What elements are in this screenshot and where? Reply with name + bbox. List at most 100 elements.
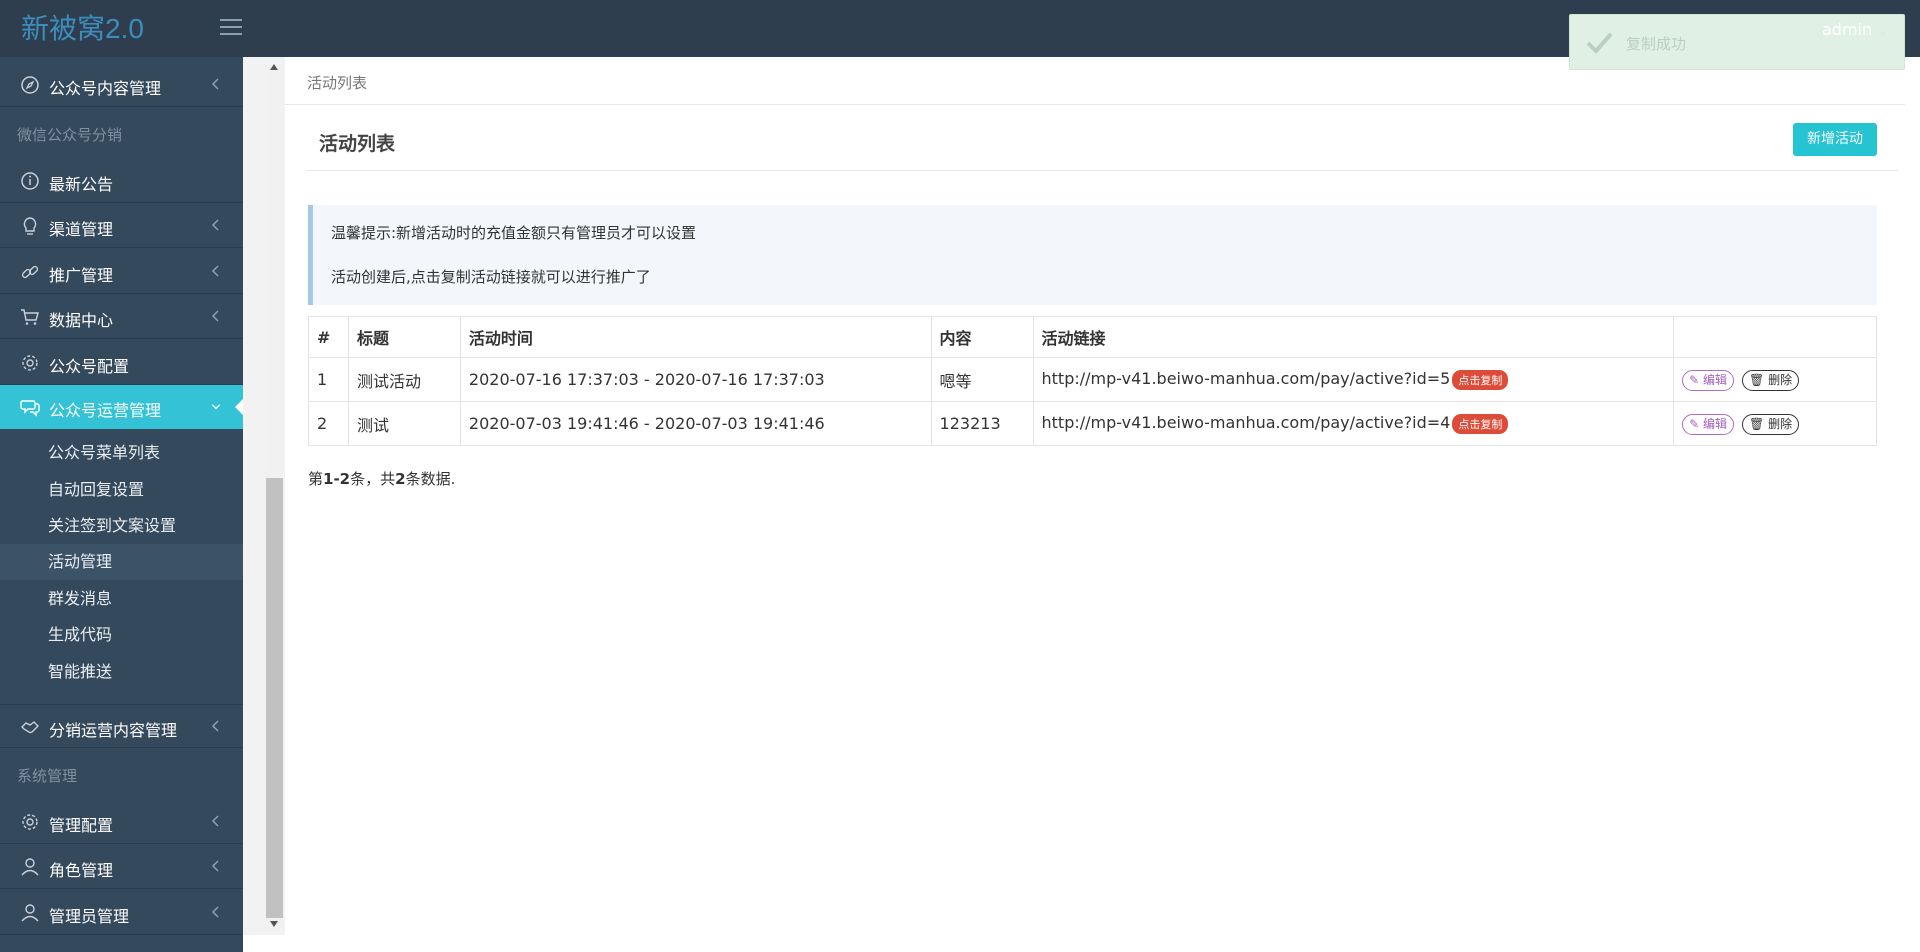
sidebar-item-label: 分销运营内容管理 (49, 721, 178, 740)
add-activity-button[interactable]: 新增活动 (1793, 123, 1877, 156)
chevron-left-icon (211, 815, 219, 827)
gear-icon (22, 355, 38, 371)
sidebar-item-promotion[interactable]: 推广管理 (0, 250, 243, 294)
cell-link: http://mp-v41.beiwo-manhua.com/pay/activ… (1032, 401, 1675, 446)
table-row: 2 测试 2020-07-03 19:41:46 - 2020-07-03 19… (308, 401, 1877, 446)
handshake-icon (21, 721, 39, 734)
submenu-item-broadcast[interactable]: 群发消息 (0, 581, 243, 617)
chevron-left-icon (211, 310, 219, 322)
summary-range: 1-2 (323, 470, 351, 488)
user-icon (21, 904, 39, 922)
sidebar-item-operations[interactable]: 公众号运营管理 (0, 385, 245, 429)
breadcrumb[interactable]: 活动列表 (307, 72, 367, 93)
sidebar: 公众号内容管理 微信公众号分销 最新公告 渠道管理 推广管理 数据中心 公众号配… (0, 57, 245, 952)
summary-text: 第 (308, 470, 324, 488)
info-icon (21, 172, 39, 190)
app-logo[interactable]: 新被窝2.0 (0, 0, 243, 57)
activity-link: http://mp-v41.beiwo-manhua.com/pay/activ… (1041, 413, 1451, 433)
column-header: 标题 (347, 316, 461, 358)
delete-button[interactable]: 🗑 删除 (1742, 369, 1800, 391)
copy-link-button[interactable]: 点击复制 (1452, 413, 1509, 434)
edit-button[interactable]: ✎ 编辑 (1682, 369, 1735, 391)
sidebar-item-label: 渠道管理 (49, 220, 114, 239)
summary-total: 2 (395, 470, 406, 488)
toast-message: 复制成功 (1626, 35, 1687, 53)
cart-icon (21, 309, 39, 325)
scroll-down-icon[interactable] (270, 921, 278, 927)
cell-content: 嗯等 (930, 357, 1034, 402)
sidebar-item-data-center[interactable]: 数据中心 (0, 295, 243, 339)
tips-callout: 温馨提示:新增活动时的充值金额只有管理员才可以设置 活动创建后,点击复制活动链接… (308, 205, 1877, 305)
cell-id: 2 (308, 401, 349, 446)
submenu-item-smart-push[interactable]: 智能推送 (0, 654, 243, 690)
edit-label: 编辑 (1703, 372, 1728, 387)
chevron-left-icon (211, 906, 219, 918)
check-icon (1586, 32, 1613, 54)
menu-toggle-icon[interactable] (220, 19, 242, 35)
delete-button[interactable]: 🗑 删除 (1742, 413, 1800, 435)
table-header-row: # 标题 活动时间 内容 活动链接 (308, 316, 1877, 358)
sidebar-item-label: 角色管理 (49, 861, 114, 880)
trash-icon: 🗑 (1749, 372, 1765, 387)
section-system-management: 系统管理 (17, 767, 78, 785)
divider (285, 104, 1905, 105)
sidebar-item-announcements[interactable]: 最新公告 (0, 159, 243, 203)
edit-icon: ✎ (1689, 372, 1700, 387)
chevron-left-icon (211, 265, 219, 277)
column-header (1673, 316, 1877, 358)
lightbulb-icon (23, 217, 37, 235)
submenu-item-activity-mgmt[interactable]: 活动管理 (0, 544, 243, 580)
submenu-item-generate-code[interactable]: 生成代码 (0, 617, 243, 653)
cell-title: 测试 (347, 401, 461, 446)
column-header: # (308, 316, 349, 358)
activity-table: # 标题 活动时间 内容 活动链接 1 测试活动 2020-07-16 17:3… (308, 316, 1877, 446)
sidebar-item-label: 推广管理 (49, 266, 114, 285)
sidebar-item-label: 公众号运营管理 (49, 401, 162, 420)
user-name: admin (1822, 20, 1873, 39)
edit-button[interactable]: ✎ 编辑 (1682, 413, 1735, 435)
cell-id: 1 (308, 357, 349, 402)
submenu-item-auto-reply[interactable]: 自动回复设置 (0, 472, 243, 508)
cell-title: 测试活动 (347, 357, 461, 402)
delete-label: 删除 (1768, 372, 1793, 387)
summary-text: 条数据. (405, 470, 456, 488)
sidebar-item-label: 数据中心 (49, 311, 114, 330)
chevron-left-icon (211, 720, 219, 732)
sidebar-item-roles[interactable]: 角色管理 (0, 845, 243, 889)
sidebar-item-label: 管理员管理 (49, 907, 130, 926)
activity-link: http://mp-v41.beiwo-manhua.com/pay/activ… (1041, 369, 1451, 389)
sidebar-item-distribution-content[interactable]: 分销运营内容管理 (0, 704, 243, 748)
scroll-up-icon[interactable] (270, 64, 278, 70)
pagination-summary: 第1-2条，共2条数据. (308, 468, 455, 489)
section-wechat-distribution: 微信公众号分销 (17, 126, 123, 144)
sidebar-item-content-mgmt[interactable]: 公众号内容管理 (0, 63, 243, 107)
delete-label: 删除 (1768, 416, 1793, 431)
cell-time: 2020-07-16 17:37:03 - 2020-07-16 17:37:0… (459, 357, 932, 402)
tip-text: 活动创建后,点击复制活动链接就可以进行推广了 (331, 268, 651, 286)
cell-actions: ✎ 编辑 🗑 删除 (1673, 357, 1877, 402)
table-row: 1 测试活动 2020-07-16 17:37:03 - 2020-07-16 … (308, 357, 1877, 402)
tip-text: 温馨提示:新增活动时的充值金额只有管理员才可以设置 (331, 224, 697, 242)
sidebar-item-channels[interactable]: 渠道管理 (0, 204, 243, 248)
sidebar-item-admin-config[interactable]: 管理配置 (0, 800, 243, 844)
cell-time: 2020-07-03 19:41:46 - 2020-07-03 19:41:4… (459, 401, 932, 446)
compass-icon (21, 76, 39, 94)
cell-actions: ✎ 编辑 🗑 删除 (1673, 401, 1877, 446)
column-header: 内容 (930, 316, 1034, 358)
sidebar-item-label: 公众号配置 (49, 357, 130, 376)
submenu-item-menu-list[interactable]: 公众号菜单列表 (0, 435, 243, 471)
chevron-left-icon (211, 78, 219, 90)
sidebar-item-account-config[interactable]: 公众号配置 (0, 341, 243, 385)
column-header: 活动链接 (1032, 316, 1675, 358)
chevron-down-icon: ⌄ (1878, 25, 1888, 38)
scrollbar-thumb[interactable] (266, 478, 283, 918)
sidebar-item-administrators[interactable]: 管理员管理 (0, 891, 243, 935)
submenu-item-follow-text[interactable]: 关注签到文案设置 (0, 508, 243, 544)
user-menu[interactable]: admin ⌄ (1822, 20, 1887, 39)
chevron-down-icon (211, 404, 221, 410)
gear-icon (22, 814, 38, 830)
sidebar-item-label: 管理配置 (49, 816, 114, 835)
cell-link: http://mp-v41.beiwo-manhua.com/pay/activ… (1032, 357, 1675, 402)
link-icon (21, 265, 39, 279)
copy-link-button[interactable]: 点击复制 (1452, 369, 1509, 390)
